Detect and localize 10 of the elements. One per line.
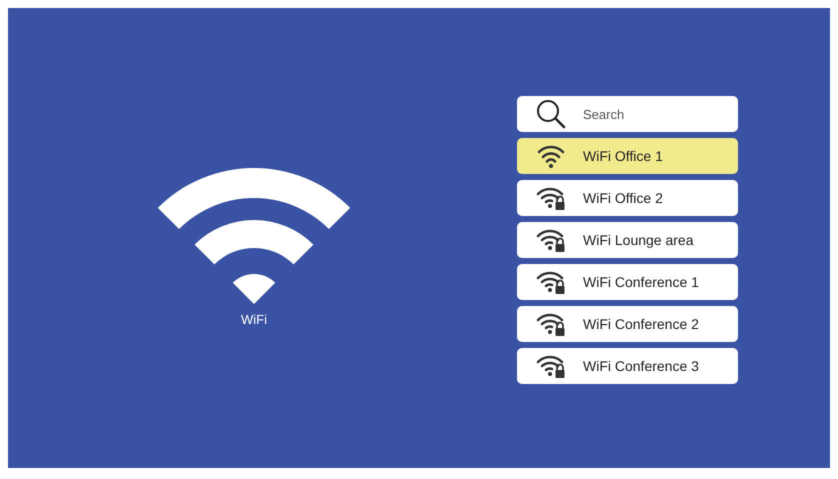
network-item[interactable]: WiFi Conference 2 xyxy=(517,306,738,342)
wifi-icon xyxy=(156,166,352,306)
network-item[interactable]: WiFi Lounge area xyxy=(517,222,738,258)
network-item[interactable]: WiFi Conference 1 xyxy=(517,264,738,300)
search-icon xyxy=(535,98,567,130)
network-item[interactable]: WiFi Office 1 xyxy=(517,138,738,174)
network-item[interactable]: WiFi Conference 3 xyxy=(517,348,738,384)
wifi-label: WiFi xyxy=(241,312,267,327)
network-item[interactable]: WiFi Office 2 xyxy=(517,180,738,216)
search-field[interactable]: Search xyxy=(517,96,738,132)
